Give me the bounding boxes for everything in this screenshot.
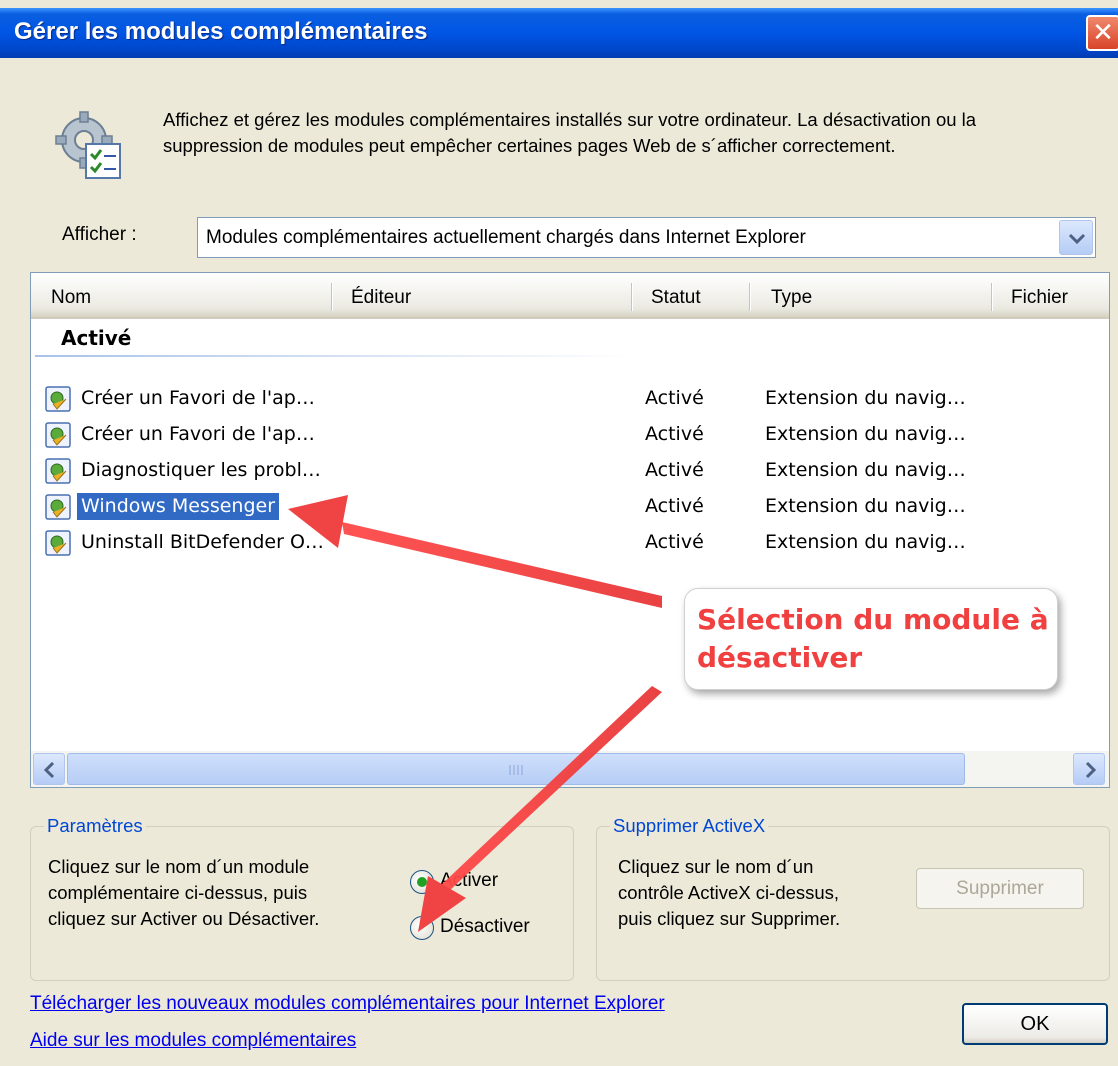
chevron-left-icon [43,761,55,779]
row-name[interactable]: Diagnostiquer les probl… [77,457,325,484]
list-row[interactable]: Créer un Favori de l'ap… Activé Extension … [31,380,1109,416]
show-label: Afficher : [62,224,137,245]
annotation-callout: Sélection du module à désactiver [684,588,1058,690]
browser-extension-icon [45,458,71,484]
enable-radio-label[interactable]: Activer [440,870,498,892]
close-button[interactable]: ✕ [1086,15,1118,51]
settings-groupbox-title: Paramètres [44,815,146,837]
disable-radio[interactable] [410,916,434,940]
annotation-text: Sélection du module à désactiver [697,603,1049,674]
addons-help-link[interactable]: Aide sur les modules complémentaires [30,1030,356,1052]
column-header-name[interactable]: Nom [51,287,91,309]
list-row[interactable]: Diagnostiquer les probl… Activé Extension … [31,452,1109,488]
column-separator[interactable] [991,283,993,311]
grip-icon [509,765,523,775]
row-status: Activé [645,495,704,517]
activex-instructions: Cliquez sur le nom d´un contrôle ActiveX… [618,856,841,929]
list-row[interactable]: Windows Messenger Activé Extension du navi… [31,488,1109,524]
browser-extension-icon [45,386,71,412]
column-header-type[interactable]: Type [771,287,812,309]
row-type: Extension du navig… [765,387,966,409]
list-row[interactable]: Créer un Favori de l'ap… Activé Extension … [31,416,1109,452]
group-divider [35,355,635,357]
chevron-down-icon [1068,233,1086,245]
column-header-file[interactable]: Fichier [1011,287,1068,309]
scroll-right-button[interactable] [1073,753,1105,785]
row-status: Activé [645,459,704,481]
show-dropdown[interactable]: Modules complémentaires actuellement cha… [197,217,1096,258]
radio-selected-dot [417,877,427,887]
addon-settings-icon [55,111,121,179]
disable-radio-label[interactable]: Désactiver [440,916,530,938]
scroll-thumb[interactable] [67,753,965,785]
dropdown-arrow-button[interactable] [1059,220,1093,255]
column-separator[interactable] [631,283,633,311]
scroll-left-button[interactable] [33,753,65,785]
group-label: Activé [61,326,132,350]
row-status: Activé [645,423,704,445]
ok-button[interactable]: OK [962,1003,1108,1045]
enable-radio[interactable] [410,870,434,894]
row-name[interactable]: Windows Messenger [77,493,280,520]
column-separator[interactable] [749,283,751,311]
browser-extension-icon [45,530,71,556]
list-row[interactable]: Uninstall BitDefender O… Activé Extension … [31,524,1109,560]
addons-list[interactable]: Nom Éditeur Statut Type Fichier Activé C… [30,272,1110,788]
row-name[interactable]: Créer un Favori de l'ap… [77,421,319,448]
row-type: Extension du navig… [765,531,966,553]
row-type: Extension du navig… [765,459,966,481]
row-type: Extension du navig… [765,423,966,445]
browser-extension-icon [45,494,71,520]
column-header-publisher[interactable]: Éditeur [351,287,411,309]
row-status: Activé [645,387,704,409]
horizontal-scrollbar[interactable] [31,751,1109,787]
window-title: Gérer les modules complémentaires [14,18,428,45]
row-type: Extension du navig… [765,495,966,517]
show-dropdown-value: Modules complémentaires actuellement cha… [206,227,806,248]
download-addons-link[interactable]: Télécharger les nouveaux modules complém… [30,993,665,1015]
list-header: Nom Éditeur Statut Type Fichier [31,273,1109,319]
row-name[interactable]: Uninstall BitDefender O… [77,529,328,556]
column-header-status[interactable]: Statut [651,287,701,309]
header-description: Affichez et gérez les modules complément… [163,109,977,156]
chevron-right-icon [1085,761,1097,779]
remove-button[interactable]: Supprimer [916,868,1084,909]
activex-groupbox-title: Supprimer ActiveX [610,815,769,837]
settings-instructions: Cliquez sur le nom d´un module complémen… [48,856,320,929]
row-name[interactable]: Créer un Favori de l'ap… [77,385,319,412]
browser-extension-icon [45,422,71,448]
row-status: Activé [645,531,704,553]
column-separator[interactable] [331,283,333,311]
